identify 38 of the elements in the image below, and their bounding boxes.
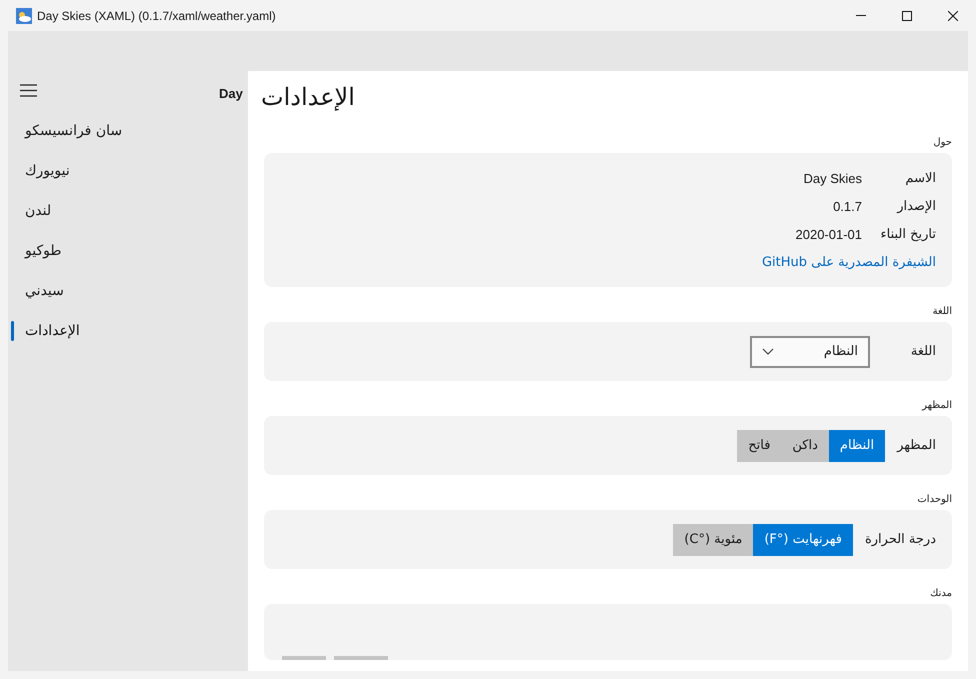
city-button-bar [282, 656, 326, 660]
nav-item[interactable]: سان فرانسيسكو [25, 120, 122, 142]
source-link[interactable]: الشيفرة المصدرية على GitHub [762, 253, 936, 273]
section-header: مدنك [930, 587, 952, 601]
segment-option[interactable]: فهرنهايت (°F) [753, 524, 853, 556]
language-dropdown[interactable]: النظام [750, 336, 870, 368]
close-icon [948, 10, 958, 20]
city-button-bar [334, 656, 388, 660]
section-header: اللغة [932, 305, 952, 319]
nav-item[interactable]: الإعدادات [25, 320, 80, 342]
field-label: تاريخ البناء [880, 226, 936, 244]
minimize-icon [856, 15, 866, 16]
app-title: Day [219, 85, 243, 103]
section-header: المظهر [922, 399, 952, 413]
field-label: درجة الحرارة [864, 530, 936, 549]
field-label: اللغة [910, 342, 936, 361]
nav-item[interactable]: لندن [25, 200, 52, 222]
field-label: الاسم [904, 170, 936, 188]
app-icon [16, 8, 32, 24]
section-header: حول [933, 136, 952, 150]
segment-option[interactable]: فاتح [737, 430, 782, 462]
section-header: الوحدات [917, 493, 952, 507]
nav-item[interactable]: نيويورك [25, 160, 70, 182]
maximize-icon [902, 10, 912, 20]
chevron-down-icon [762, 348, 774, 355]
nav-item[interactable]: طوكيو [25, 240, 62, 262]
field-label: المظهر [897, 436, 936, 455]
field-value: 0.1.7 [833, 198, 862, 216]
segment-option[interactable]: مئوية (°C) [673, 524, 754, 556]
field-label: الإصدار [896, 198, 936, 216]
menu-icon[interactable] [20, 84, 37, 97]
segment-option[interactable]: داكن [781, 430, 829, 462]
window-title: Day Skies (XAML) (0.1.7/xaml/weather.yaml) [37, 8, 276, 24]
field-value: 2020-01-01 [796, 226, 862, 244]
page-title: الإعدادات [261, 82, 355, 113]
segment-option[interactable]: النظام [828, 430, 886, 462]
field-value: Day Skies [803, 170, 862, 188]
nav-item[interactable]: سيدني [25, 280, 64, 302]
